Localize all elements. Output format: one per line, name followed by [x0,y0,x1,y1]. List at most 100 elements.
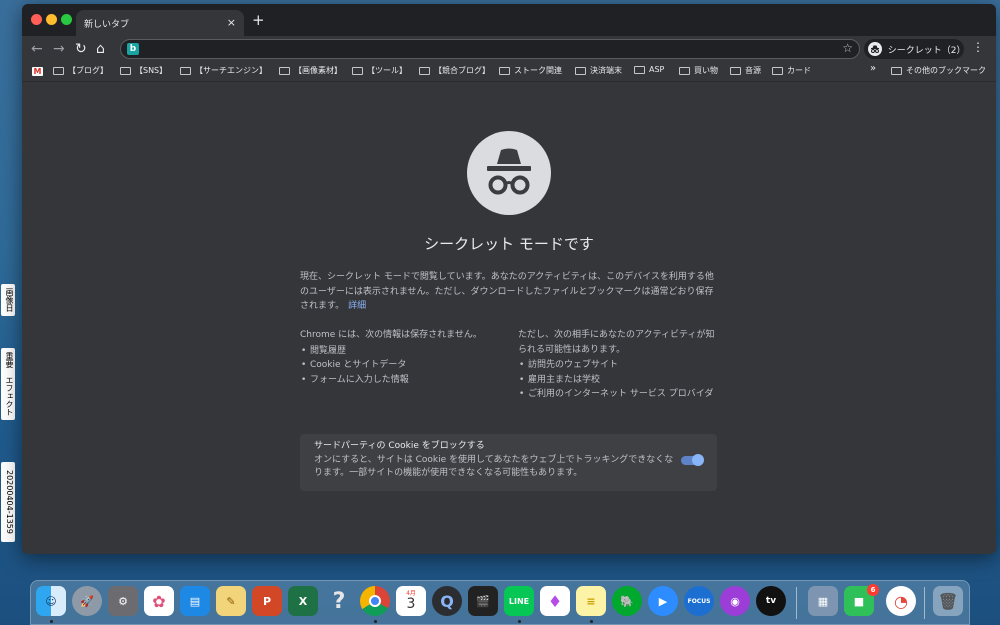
bookmark-label: 決済端末 [590,66,622,75]
intro-text: 現在、シークレット モードで閲覧しています。あなたのアクティビティは、このデバイ… [300,270,720,314]
running-indicator [518,620,521,623]
bookmark-folder-cards[interactable]: カード [772,65,811,76]
dock-separator [924,587,925,619]
folder-icon [352,66,363,75]
tab-new-tab[interactable]: 新しいタブ × [76,10,244,36]
running-indicator [374,620,377,623]
zoom-icon[interactable]: ▶ [648,586,678,616]
list-item: 雇用主または学校 [518,373,718,388]
minimize-window-button[interactable] [46,14,57,25]
list-item: フォームに入力した情報 [300,373,500,388]
bookmark-folder-stork[interactable]: ストーク関連 [499,65,562,76]
keynote-icon[interactable]: ▤ [180,586,210,616]
bookmarks-bar: M 【ブログ】 【SNS】 【サーチエンジン】 【画像素材】 【ツール】 【競合… [22,62,996,82]
bookmarks-overflow-button[interactable]: » [870,63,876,74]
podcasts-icon[interactable]: ◉ [720,586,750,616]
folder-icon [120,66,131,75]
may-be-visible-list: 訪問先のウェブサイト 雇用主または学校 ご利用のインターネット サービス プロバ… [518,358,718,402]
bookmark-folder-blog[interactable]: 【ブログ】 [53,65,108,76]
bookmark-label: 【画像素材】 [294,66,342,75]
other-bookmarks-folder[interactable]: その他のブックマーク [891,65,986,76]
running-indicator [50,620,53,623]
home-icon[interactable]: ⌂ [96,40,105,58]
preview-icon[interactable]: ✎ [216,586,246,616]
bookmark-label: 音源 [745,66,761,75]
powerpoint-icon[interactable]: P [252,586,282,616]
list-item: 閲覧履歴 [300,344,500,359]
quicktime-icon[interactable]: Q [432,586,462,616]
forward-icon[interactable]: → [53,40,65,58]
notification-badge: 6 [867,584,879,596]
evernote-icon[interactable]: 🐘 [612,586,642,616]
bookmark-folder-tools[interactable]: 【ツール】 [352,65,407,76]
reload-icon[interactable]: ↻ [75,40,87,58]
calendar-icon[interactable]: 4月 3 [396,586,426,616]
system-preferences-icon[interactable]: ⚙ [108,586,138,616]
gmail-icon[interactable]: M [32,67,43,76]
bookmark-folder-asp[interactable]: ASP [634,65,664,74]
address-bar[interactable]: b ☆ [120,39,860,59]
incognito-profile-button[interactable]: シークレット（2） [864,39,965,59]
bookmark-label: カード [787,66,811,75]
block-cookies-toggle[interactable] [681,454,704,466]
bookmark-folder-image-assets[interactable]: 【画像素材】 [279,65,342,76]
bookmark-folder-competitor-blogs[interactable]: 【競合ブログ】 [419,65,490,76]
third-party-cookie-card: サードパーティの Cookie をブロックする オンにすると、サイトは Cook… [300,434,717,491]
activity-icon[interactable]: ◔ [886,586,916,616]
tab-strip: 新しいタブ × + [22,4,996,36]
folder-icon [634,65,645,74]
bookmark-folder-shopping[interactable]: 買い物 [679,65,718,76]
bookmark-label: 買い物 [694,66,718,75]
help-icon[interactable]: ? [324,586,354,616]
new-tab-button[interactable]: + [252,11,265,29]
bookmark-folder-payment[interactable]: 決済端末 [575,65,622,76]
browser-window: 新しいタブ × + ← → ↻ ⌂ b ☆ シークレット（2） ⋮ M 【ブログ… [22,4,996,554]
details-link[interactable]: 詳細 [348,301,366,311]
finder-icon[interactable]: ☺ [36,586,66,616]
bookmark-label: その他のブックマーク [906,66,986,75]
incognito-icon [467,131,551,215]
focus-icon[interactable]: FOCUS [684,586,714,616]
desktop-label-2[interactable]: 重要 エフェクト [1,348,15,420]
launchpad-icon[interactable]: 🚀 [72,586,102,616]
bookmark-folder-search-engine[interactable]: 【サーチエンジン】 [180,65,267,76]
folder-icon [679,66,690,75]
chrome-menu-icon[interactable]: ⋮ [972,40,984,54]
not-saved-column: Chrome には、次の情報は保存されません。 閲覧履歴 Cookie とサイト… [300,328,500,387]
bookmark-label: 【ブログ】 [68,66,108,75]
may-be-visible-heading: ただし、次の相手にあなたのアクティビティが知られる可能性はあります。 [518,330,715,355]
apple-tv-icon[interactable]: tv [756,586,786,616]
folder-icon [180,66,191,75]
notes-icon[interactable]: ≡ [576,586,606,616]
bookmark-folder-sns[interactable]: 【SNS】 [120,65,167,76]
incognito-page: シークレット モードです 現在、シークレット モードで閲覧しています。あなたのア… [22,82,996,554]
tab-close-icon[interactable]: × [227,16,236,29]
line-icon[interactable]: LINE [504,586,534,616]
folder-icon [730,66,741,75]
bookmark-star-icon[interactable]: ☆ [842,41,853,55]
list-item: ご利用のインターネット サービス プロバイダ [518,387,718,402]
chrome-icon[interactable] [360,586,390,616]
bookmark-label: ストーク関連 [514,66,562,75]
desktop-label-1[interactable]: 画像日 [1,284,15,316]
bing-icon: b [127,43,139,55]
desktop-label-3[interactable]: 20200404-1359 [1,462,15,542]
bookmark-label: 【競合ブログ】 [434,66,490,75]
toolbar: ← → ↻ ⌂ b ☆ シークレット（2） ⋮ [22,36,996,62]
affinity-icon[interactable]: ♦ [540,586,570,616]
zoom-window-button[interactable] [61,14,72,25]
bookmark-folder-audio[interactable]: 音源 [730,65,761,76]
folder-icon [772,66,783,75]
excel-icon[interactable]: X [288,586,318,616]
close-window-button[interactable] [31,14,42,25]
final-cut-icon[interactable]: 🎬 [468,586,498,616]
running-indicator [590,620,593,623]
list-item: 訪問先のウェブサイト [518,358,718,373]
folder-icon [575,66,586,75]
image-capture-icon[interactable]: ▦ [808,586,838,616]
bookmark-label: 【SNS】 [135,66,168,75]
back-icon[interactable]: ← [31,40,43,58]
incognito-avatar-icon [868,42,882,56]
photos-icon[interactable]: ✿ [144,586,174,616]
trash-icon[interactable]: 🗑 [933,586,963,616]
